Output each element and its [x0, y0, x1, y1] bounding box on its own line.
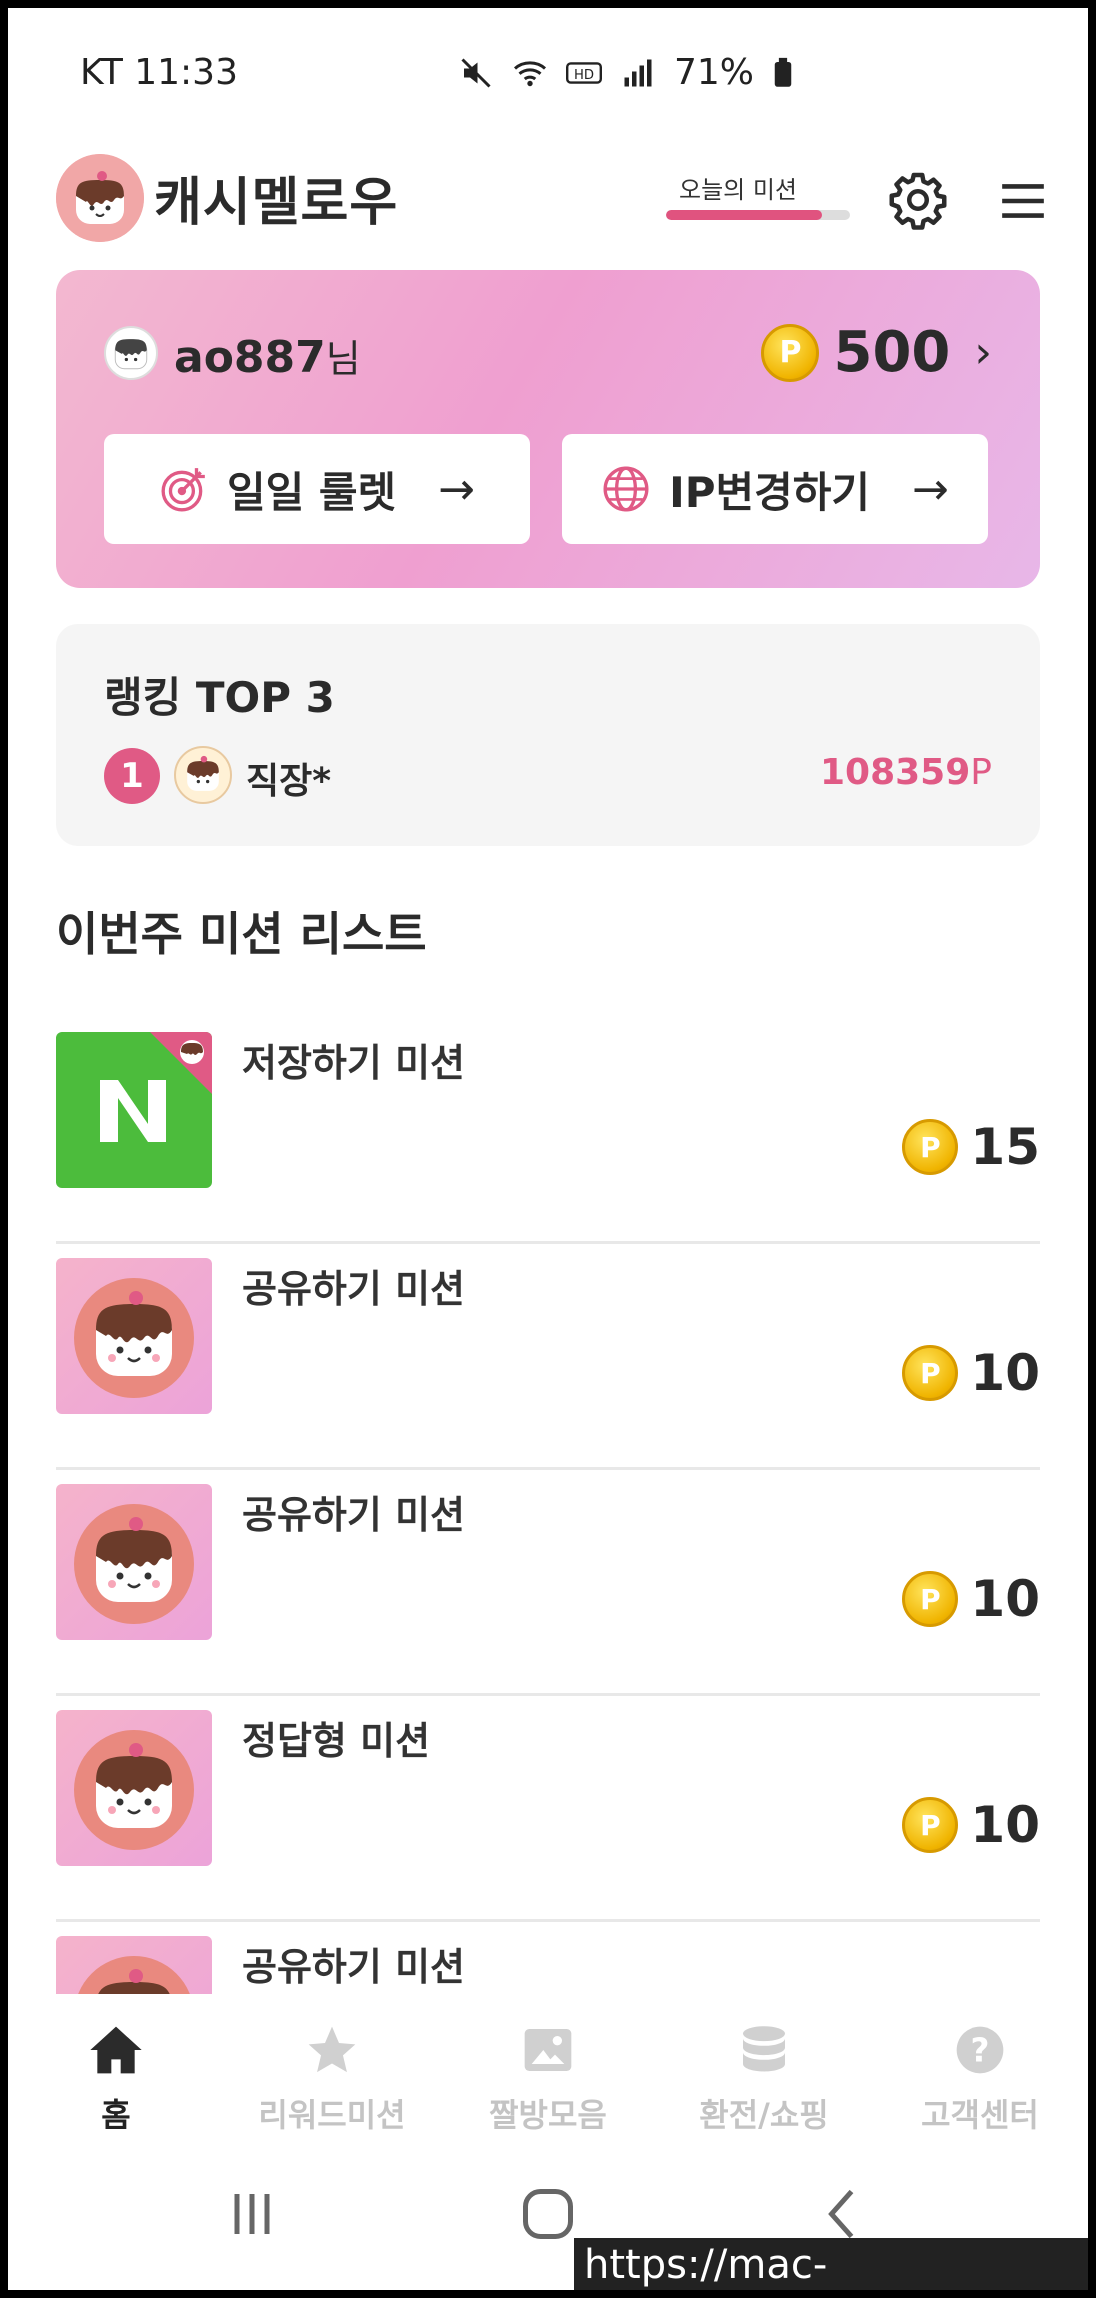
nav-label: 환전/쇼핑	[699, 2096, 829, 2134]
battery-icon	[774, 57, 792, 87]
mission-item[interactable]: 공유하기 미션 P 10	[56, 1470, 1040, 1696]
point-coin-icon: P	[902, 1119, 959, 1175]
star-icon	[304, 2022, 360, 2078]
username-value: ao887	[174, 332, 326, 383]
mission-name: 저장하기 미션	[242, 1041, 465, 1085]
hd-icon: HD	[566, 61, 602, 84]
status-icons: HD 71%	[458, 52, 794, 93]
mission-name: 공유하기 미션	[242, 1945, 465, 1989]
point-coin-icon: P	[902, 1571, 959, 1627]
app-title: 캐시멜로우	[154, 173, 399, 233]
mission-item[interactable]: 저장하기 미션 P 15	[56, 1018, 1040, 1244]
back-icon[interactable]	[814, 2184, 874, 2244]
mission-item[interactable]: 공유하기 미션 P 10	[56, 1244, 1040, 1470]
mission-name: 공유하기 미션	[242, 1493, 465, 1537]
nav-item-star[interactable]: 리워드미션	[224, 1994, 440, 2144]
today-mission-progress	[666, 210, 850, 220]
mascot-icon	[56, 1258, 212, 1414]
app-screen: KT 11:33 HD 71% 캐시멜로우 오늘의 미션 ao887님 P 50…	[8, 8, 1088, 2290]
carrier-time: KT 11:33	[80, 52, 238, 93]
svg-text:HD: HD	[574, 68, 594, 83]
app-header: 캐시멜로우 오늘의 미션	[8, 140, 1088, 270]
today-mission-label[interactable]: 오늘의 미션	[668, 170, 808, 205]
mission-thumbnail	[56, 1032, 212, 1188]
nav-item-database[interactable]: 환전/쇼핑	[656, 1994, 872, 2144]
target-icon	[161, 468, 205, 512]
mission-thumbnail	[56, 1710, 212, 1866]
mascot-icon	[56, 1710, 212, 1866]
nav-item-home[interactable]: 홈	[8, 1994, 224, 2144]
mission-reward-value: 10	[970, 1344, 1040, 1402]
recent-apps-icon[interactable]	[222, 2184, 282, 2244]
mission-section-title: 이번주 미션 리스트	[56, 907, 427, 961]
bottom-navigation: 홈 리워드미션 짤방모음 환전/쇼핑? 고객센터	[8, 1994, 1088, 2144]
naver-icon	[56, 1032, 212, 1188]
point-coin-icon: P	[902, 1797, 959, 1853]
svg-text:?: ?	[971, 2032, 990, 2070]
mission-name: 공유하기 미션	[242, 1267, 465, 1311]
daily-roulette-button[interactable]: 일일 룰렛 →	[104, 434, 530, 544]
rank-name: 직장*	[246, 761, 332, 802]
nav-label: 고객센터	[921, 2096, 1039, 2134]
arrow-right-icon: →	[438, 463, 476, 515]
menu-icon[interactable]	[998, 176, 1048, 226]
home-system-icon[interactable]	[518, 2184, 578, 2244]
today-mission-progress-fill	[666, 210, 823, 220]
app-logo[interactable]	[56, 154, 144, 242]
mascot-icon	[56, 1484, 212, 1640]
change-ip-button[interactable]: IP변경하기 →	[562, 434, 988, 544]
user-avatar	[104, 326, 158, 380]
nav-label: 홈	[101, 2096, 131, 2134]
mission-reward-value: 10	[970, 1796, 1040, 1854]
username: ao887님	[174, 328, 361, 383]
help-icon: ?	[952, 2022, 1008, 2078]
mission-reward-value: 15	[970, 1118, 1040, 1176]
home-icon	[88, 2022, 144, 2078]
points-value: 500	[833, 320, 951, 385]
mascot-logo-icon	[56, 154, 144, 242]
watermark: https://mac-os.tistory.com	[574, 2238, 1088, 2290]
gear-icon[interactable]	[888, 170, 948, 230]
battery-percent: 71%	[674, 52, 755, 93]
username-suffix: 님	[325, 337, 361, 381]
arrow-right-icon: →	[912, 463, 949, 515]
signal-icon	[624, 59, 652, 86]
rank-avatar	[174, 746, 232, 804]
rank-score-value: 108359	[819, 752, 971, 793]
database-icon	[736, 2022, 792, 2078]
mission-reward: P 10	[902, 1570, 1040, 1628]
ranking-title: 랭킹 TOP 3	[104, 673, 335, 722]
ranking-card[interactable]: 랭킹 TOP 3 1 직장* 108359P	[56, 624, 1040, 846]
nav-label: 리워드미션	[258, 2096, 406, 2134]
mute-icon	[461, 57, 491, 88]
mission-thumbnail	[56, 1484, 212, 1640]
rank-score-unit: P	[970, 752, 992, 793]
mission-thumbnail	[56, 1258, 212, 1414]
mission-reward: P 15	[902, 1118, 1040, 1176]
mission-reward: P 10	[902, 1344, 1040, 1402]
daily-roulette-label: 일일 룰렛	[226, 467, 397, 517]
rank-score: 108359P	[820, 752, 992, 793]
point-coin-icon: P	[902, 1345, 959, 1401]
nav-label: 짤방모음	[489, 2096, 607, 2134]
mission-name: 정답형 미션	[242, 1719, 431, 1763]
nav-item-help[interactable]: ? 고객센터	[872, 1994, 1088, 2144]
change-ip-label: IP변경하기	[669, 467, 871, 517]
globe-icon	[603, 466, 649, 512]
points-link[interactable]: P 500 ›	[761, 320, 992, 385]
point-coin-icon: P	[761, 323, 820, 382]
chevron-right-icon: ›	[974, 327, 992, 378]
rank-number-badge: 1	[104, 748, 160, 804]
nav-item-image[interactable]: 짤방모음	[440, 1994, 656, 2144]
mission-reward-value: 10	[970, 1570, 1040, 1628]
mission-reward: P 10	[902, 1796, 1040, 1854]
status-bar: KT 11:33 HD 71%	[8, 8, 1088, 132]
profile-card: ao887님 P 500 › 일일 룰렛 → IP변경하기 →	[56, 270, 1040, 588]
wifi-icon	[513, 60, 547, 86]
mission-item[interactable]: 정답형 미션 P 10	[56, 1696, 1040, 1922]
mission-list: 저장하기 미션 P 15 공유하기 미션 P 10 공유하기 미션 P 10 정답형 미션 P 10 공…	[56, 1018, 1040, 2148]
image-icon	[520, 2022, 576, 2078]
